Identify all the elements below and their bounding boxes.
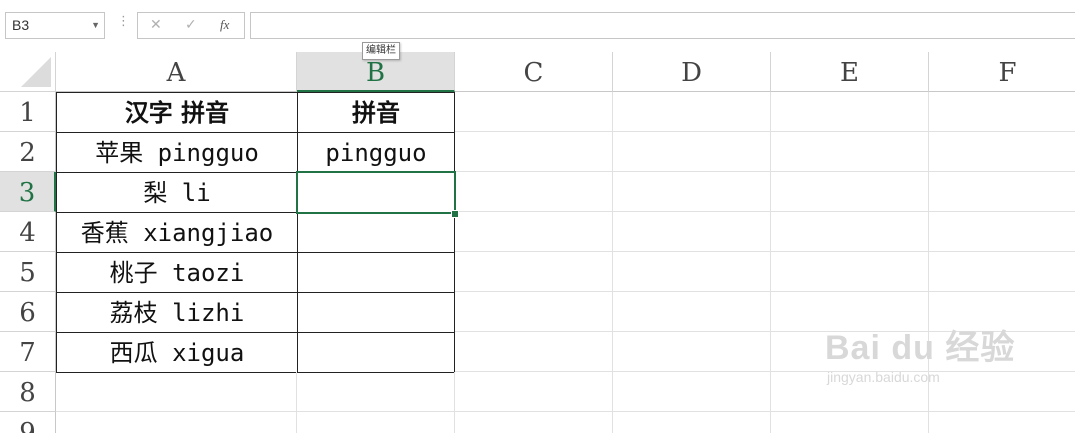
cell-f1[interactable] bbox=[929, 92, 1075, 132]
cell-f5[interactable] bbox=[929, 252, 1075, 292]
cell-b9[interactable] bbox=[297, 412, 455, 433]
row-header-6[interactable]: 6 bbox=[0, 292, 56, 332]
cell-c1[interactable] bbox=[455, 92, 613, 132]
row-header-9[interactable]: 9 bbox=[0, 412, 56, 433]
cell-a3[interactable]: 梨 li bbox=[56, 172, 298, 213]
active-cell-selection[interactable] bbox=[296, 171, 456, 214]
cell-c8[interactable] bbox=[455, 372, 613, 412]
column-header-c[interactable]: C bbox=[455, 52, 613, 92]
cell-f3[interactable] bbox=[929, 172, 1075, 212]
cell-d9[interactable] bbox=[613, 412, 771, 433]
row-header-5[interactable]: 5 bbox=[0, 252, 56, 292]
cell-b4[interactable] bbox=[297, 212, 455, 253]
cell-f2[interactable] bbox=[929, 132, 1075, 172]
cell-f4[interactable] bbox=[929, 212, 1075, 252]
formula-bar: B3 ▼ ⋮ ✕ ✓ fx bbox=[0, 0, 1075, 52]
cell-b6[interactable] bbox=[297, 292, 455, 333]
enter-icon[interactable]: ✓ bbox=[185, 17, 197, 33]
row-header-8[interactable]: 8 bbox=[0, 372, 56, 412]
cell-b7[interactable] bbox=[297, 332, 455, 373]
cell-c3[interactable] bbox=[455, 172, 613, 212]
cell-b2[interactable]: pingguo bbox=[297, 132, 455, 173]
formula-input[interactable] bbox=[250, 12, 1075, 39]
cell-e3[interactable] bbox=[771, 172, 929, 212]
row-header-4[interactable]: 4 bbox=[0, 212, 56, 252]
select-all-button[interactable] bbox=[0, 52, 56, 92]
column-header-a[interactable]: A bbox=[56, 52, 297, 92]
cell-d7[interactable] bbox=[613, 332, 771, 372]
more-options-icon[interactable]: ⋮ bbox=[117, 14, 130, 29]
cell-c5[interactable] bbox=[455, 252, 613, 292]
cell-d4[interactable] bbox=[613, 212, 771, 252]
cell-c6[interactable] bbox=[455, 292, 613, 332]
cell-e5[interactable] bbox=[771, 252, 929, 292]
cell-c7[interactable] bbox=[455, 332, 613, 372]
cell-e2[interactable] bbox=[771, 132, 929, 172]
cell-e9[interactable] bbox=[771, 412, 929, 433]
column-header-e[interactable]: E bbox=[771, 52, 929, 92]
name-box-value: B3 bbox=[12, 17, 30, 33]
cell-a6[interactable]: 荔枝 lizhi bbox=[56, 292, 298, 333]
cell-a7[interactable]: 西瓜 xigua bbox=[56, 332, 298, 373]
column-header-d[interactable]: D bbox=[613, 52, 771, 92]
row-header-1[interactable]: 1 bbox=[0, 92, 56, 132]
cell-c9[interactable] bbox=[455, 412, 613, 433]
cell-b8[interactable] bbox=[297, 372, 455, 412]
watermark-url: jingyan.baidu.com bbox=[827, 369, 940, 385]
cell-a1[interactable]: 汉字 拼音 bbox=[56, 92, 298, 133]
cell-d8[interactable] bbox=[613, 372, 771, 412]
cell-a5[interactable]: 桃子 taozi bbox=[56, 252, 298, 293]
fill-handle[interactable] bbox=[451, 210, 459, 218]
formula-buttons: ✕ ✓ fx bbox=[137, 12, 245, 39]
cell-e1[interactable] bbox=[771, 92, 929, 132]
cell-d1[interactable] bbox=[613, 92, 771, 132]
formula-bar-tooltip: 编辑栏 bbox=[362, 42, 400, 60]
cell-f9[interactable] bbox=[929, 412, 1075, 433]
row-header-2[interactable]: 2 bbox=[0, 132, 56, 172]
cell-d6[interactable] bbox=[613, 292, 771, 332]
select-all-triangle-icon bbox=[21, 57, 51, 87]
cell-e4[interactable] bbox=[771, 212, 929, 252]
column-header-f[interactable]: F bbox=[929, 52, 1075, 92]
insert-function-icon[interactable]: fx bbox=[220, 17, 229, 33]
watermark-brand: Bai du 经验 bbox=[825, 329, 1016, 367]
row-header-7[interactable]: 7 bbox=[0, 332, 56, 372]
cell-c2[interactable] bbox=[455, 132, 613, 172]
cell-b1[interactable]: 拼音 bbox=[297, 92, 455, 133]
cancel-icon[interactable]: ✕ bbox=[150, 17, 162, 33]
cell-d3[interactable] bbox=[613, 172, 771, 212]
cell-d2[interactable] bbox=[613, 132, 771, 172]
baidu-jingyan-watermark: Bai du 经验 jingyan.baidu.com bbox=[825, 320, 1015, 385]
cell-c4[interactable] bbox=[455, 212, 613, 252]
row-header-3[interactable]: 3 bbox=[0, 172, 56, 212]
cell-b5[interactable] bbox=[297, 252, 455, 293]
cell-d5[interactable] bbox=[613, 252, 771, 292]
chevron-down-icon[interactable]: ▼ bbox=[91, 13, 100, 38]
cell-a2[interactable]: 苹果 pingguo bbox=[56, 132, 298, 173]
cell-a9[interactable] bbox=[56, 412, 297, 433]
name-box[interactable]: B3 ▼ bbox=[5, 12, 105, 39]
cell-a8[interactable] bbox=[56, 372, 297, 412]
cell-a4[interactable]: 香蕉 xiangjiao bbox=[56, 212, 298, 253]
